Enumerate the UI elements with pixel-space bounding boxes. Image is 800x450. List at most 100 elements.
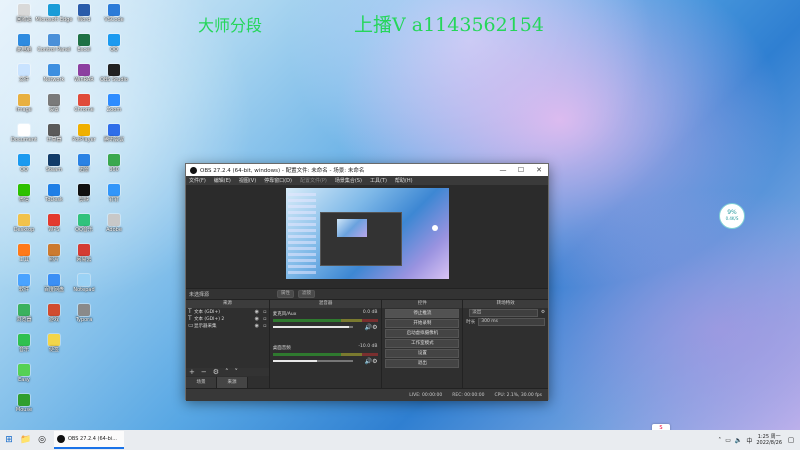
obs-title-bar[interactable]: OBS 27.2.4 (64-bit, windows) - 配置文件: 未命名… [186,164,548,176]
tray-chevron-icon[interactable]: ˄ [718,437,721,444]
minimize-button[interactable]: — [494,166,512,174]
desktop-icon[interactable]: Easy [4,364,44,383]
source-name: 文本 (GDI+) 2 [194,316,225,322]
add-source-icon[interactable]: + [189,368,195,376]
desktop-icon[interactable]: 网易云 [64,244,104,263]
start-recording-button[interactable]: 开始录制 [385,319,460,328]
obs-window[interactable]: OBS 27.2.4 (64-bit, windows) - 配置文件: 未命名… [185,163,549,401]
folder-icon [18,214,30,226]
ime-indicator[interactable]: 中 [746,436,752,445]
desktop-icon[interactable]: Mouse [4,394,44,413]
eye-icon[interactable]: ◉ [253,323,261,329]
desktop-icon[interactable]: OBS Studio [94,64,134,83]
preview-nested-canvas [337,219,367,237]
filters-button[interactable]: 滤镜 [298,290,315,298]
volume-icon[interactable]: 🔈 [735,437,742,444]
network-icon [48,64,60,76]
maximize-button[interactable]: ☐ [512,166,530,174]
note-icon [48,334,60,346]
clock[interactable]: 1:25 周一 2022/8/26 [756,434,782,446]
network-speed-widget[interactable]: 9% 0.4K/S [719,203,745,229]
virtual-camera-button[interactable]: 启动虚拟摄像机 [385,329,460,338]
mixer-channel-mic: 麦克风/Aux 0.0 dB 🔊⚙ [270,308,382,342]
tab-sources[interactable]: 来源 [217,377,248,388]
tab-scenes[interactable]: 场景 [186,377,217,388]
menu-help[interactable]: 帮助(H) [395,177,413,184]
preview-canvas[interactable] [286,188,449,279]
studio-mode-button[interactable]: 工作室模式 [385,339,460,348]
desktop-icon[interactable]: 便签 [34,334,74,353]
potplayer-icon [78,124,90,136]
move-up-icon[interactable]: ˄ [225,368,229,376]
lock-icon[interactable]: ▫ [261,316,269,322]
desktop-icon[interactable]: QQ [94,34,134,53]
speaker-icon[interactable]: 🔊⚙ [365,324,378,331]
volume-slider[interactable] [272,360,353,362]
exit-button[interactable]: 退出 [385,359,460,368]
source-item[interactable]: T 文本 (GDI+) 2 ◉ ▫ [186,315,269,322]
lock-icon[interactable]: ▫ [261,309,269,315]
desktop-icon[interactable]: Typora [64,304,104,323]
stream-overlay-text-right: 上播V a1143562154 [354,14,544,36]
desktop-icon[interactable]: 360 [94,154,134,173]
transition-select[interactable]: 淡出 [469,308,538,317]
edge-icon [48,4,60,16]
desktop-icon-label: Notepad [73,287,95,293]
start-button[interactable]: ⊞ [0,435,18,445]
menu-docks[interactable]: 停靠窗口(D) [264,177,292,184]
obs-logo-icon [190,166,197,174]
desktop-icon[interactable]: 腾讯会议 [94,124,134,143]
speaker-icon[interactable]: 🔊⚙ [365,358,378,365]
mouse-icon [18,394,30,406]
close-button[interactable]: ✕ [530,166,548,174]
taskbar: ⊞ 📁 ◎ OBS 27.2.4 (64-bi... ˄ ▭ 🔈 中 1:25 … [0,430,800,450]
desktop-icon[interactable]: 钉钉 [94,184,134,203]
duration-input[interactable]: 300 ms [478,317,545,326]
source-item[interactable]: ▭ 显示器采集 ◉ ▫ [186,322,269,329]
eye-icon[interactable]: ◉ [253,309,261,315]
menu-view[interactable]: 视图(V) [239,177,256,184]
desktop-icon[interactable]: VSCode [94,4,134,23]
transition-type-row: 淡出 ⚙ [463,308,548,317]
desktop-icon[interactable]: Zoom [94,94,134,113]
notification-icon[interactable]: ▢ [786,436,796,444]
source-name: 文本 (GDI+) [194,309,220,315]
taskbar-obs-label: OBS 27.2.4 (64-bi... [68,436,117,442]
duration-label: 时长 [466,319,476,325]
settings-button[interactable]: 设置 [385,349,460,358]
menu-scene-collection[interactable]: 场景集合(S) [335,177,362,184]
desktop-icon[interactable]: Notepad [64,274,104,293]
remove-source-icon[interactable]: − [201,368,207,376]
network-icon[interactable]: ▭ [725,437,731,444]
channel-db: -10.0 dB [358,344,378,349]
desktop-icon-label: 网易云 [76,257,92,263]
gear-icon[interactable]: ⚙ [213,368,219,376]
desktop-icon[interactable]: Adobe [94,214,134,233]
photo-icon [48,244,60,256]
lock-icon[interactable]: ▫ [261,323,269,329]
obs-icon [108,64,120,76]
move-down-icon[interactable]: ˅ [235,368,239,376]
obs-logo-icon [57,435,65,443]
menu-tools[interactable]: 工具(T) [370,177,387,184]
menu-edit[interactable]: 编辑(E) [214,177,231,184]
desktop-icon-label: Easy [18,377,30,383]
obs-menu-bar: 文件(F) 编辑(E) 视图(V) 停靠窗口(D) 配置文件(P) 场景集合(S… [186,176,548,185]
menu-file[interactable]: 文件(F) [189,177,206,184]
gear-icon[interactable]: ⚙ [541,310,545,315]
dock-tabs: 场景 来源 [186,377,269,388]
file-explorer-icon[interactable]: 📁 [18,435,34,445]
properties-button[interactable]: 属性 [277,290,294,298]
mixer-channel-desktop: 桌面音频 -10.0 dB 🔊⚙ [270,342,382,376]
browser-icon[interactable]: ◎ [34,435,50,445]
source-item[interactable]: T 文本 (GDI+) ◉ ▫ [186,308,269,315]
preview-nested-obs [320,212,402,266]
desktop-icon-label: QQ [110,47,118,53]
volume-slider[interactable] [272,326,353,328]
widget-speed: 0.4K/S [725,216,739,221]
menu-profile[interactable]: 配置文件(P) [300,177,327,184]
stop-streaming-button[interactable]: 停止推流 [385,309,460,318]
live-timer: LIVE: 00:00:00 [409,392,443,398]
taskbar-obs-button[interactable]: OBS 27.2.4 (64-bi... [54,431,124,449]
eye-icon[interactable]: ◉ [253,316,261,322]
